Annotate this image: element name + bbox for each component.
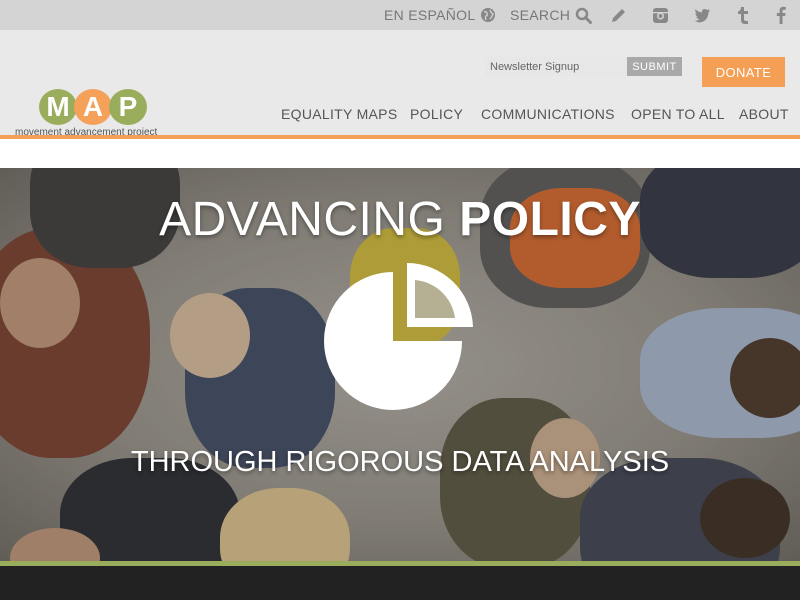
language-link[interactable]: EN ESPAÑOL [384, 0, 496, 30]
logo-letter-m: M [39, 89, 77, 125]
pencil-icon[interactable] [609, 6, 627, 24]
globe-icon [480, 7, 496, 23]
site-logo[interactable]: M A P movement advancement project [12, 87, 192, 141]
nav-item-communications[interactable]: COMMUNICATIONS [481, 106, 615, 122]
tumblr-icon[interactable] [734, 6, 752, 24]
hero-subtitle: THROUGH RIGOROUS DATA ANALYSIS [130, 446, 670, 478]
twitter-icon[interactable] [693, 6, 711, 24]
language-label: EN ESPAÑOL [384, 7, 476, 23]
utility-bar: EN ESPAÑOL SEARCH [0, 0, 800, 30]
nav-item-policy[interactable]: POLICY [410, 106, 463, 122]
hero-title-light: ADVANCING [159, 193, 460, 246]
logo-letter-p: P [109, 89, 147, 125]
search-icon [575, 7, 593, 24]
donate-button[interactable]: DONATE [702, 57, 785, 87]
facebook-icon[interactable] [772, 6, 790, 24]
logo-letter-a: A [74, 89, 112, 125]
instagram-icon[interactable] [651, 6, 669, 24]
header-spacer [0, 139, 800, 168]
search-link[interactable]: SEARCH [510, 0, 593, 30]
dark-section [0, 566, 800, 600]
hero-banner: ADVANCING POLICY THROUGH RIGOROUS DATA A… [0, 168, 800, 561]
nav-item-about[interactable]: ABOUT [739, 106, 789, 122]
nav-item-equality-maps[interactable]: EQUALITY MAPS [281, 106, 397, 122]
hero-title: ADVANCING POLICY [0, 192, 800, 247]
hero-title-bold: POLICY [459, 193, 641, 246]
search-label: SEARCH [510, 7, 571, 23]
logo-mark: M A P [39, 89, 147, 125]
newsletter-input[interactable] [485, 57, 627, 76]
pie-chart-icon [323, 260, 478, 415]
submit-button[interactable]: SUBMIT [627, 57, 682, 76]
nav-item-open-to-all[interactable]: OPEN TO ALL [631, 106, 725, 122]
